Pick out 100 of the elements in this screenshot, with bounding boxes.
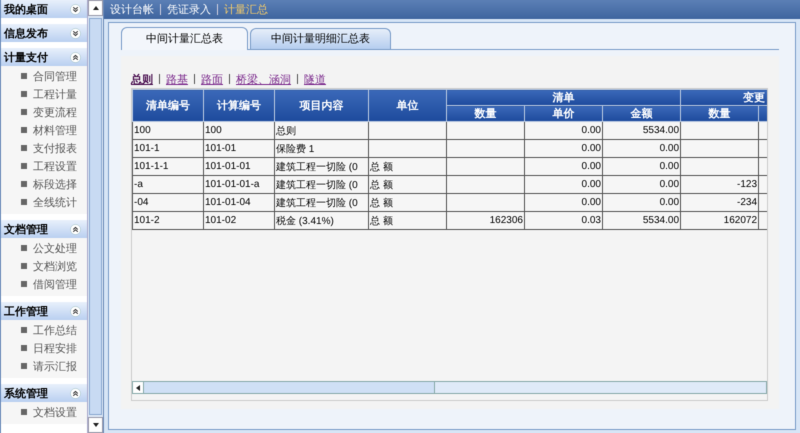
sidebar-item[interactable]: 文档浏览 xyxy=(33,258,77,274)
table-cell: 0.00 xyxy=(660,179,680,190)
sidebar-group-header[interactable]: 文档管理 xyxy=(1,220,88,238)
category-link[interactable]: 桥梁、涵洞 xyxy=(236,72,291,86)
category-link[interactable]: 隧道 xyxy=(304,72,326,86)
tab[interactable]: 中间计量汇总表 xyxy=(121,27,248,50)
category-link[interactable]: 总则 xyxy=(131,72,153,86)
sidebar-item[interactable]: 借阅管理 xyxy=(33,276,77,292)
vertical-scrollbar[interactable] xyxy=(87,0,103,433)
table-cell: -234 xyxy=(737,197,758,208)
table-cell: 5534.00 xyxy=(642,125,680,136)
column-header: 数量 xyxy=(680,106,759,122)
collapse-icon[interactable] xyxy=(70,306,82,316)
table-cell: 100 xyxy=(205,125,222,136)
group-title: 文档管理 xyxy=(4,222,48,236)
sidebar-group-header[interactable]: 计量支付 xyxy=(1,48,88,66)
table-cell: 5534.00 xyxy=(642,215,680,226)
table-cell: -123 xyxy=(737,179,758,190)
table-cell: 总 额 xyxy=(370,180,393,190)
table-cell: 0.00 xyxy=(660,143,680,154)
sidebar-item[interactable]: 变更流程 xyxy=(33,104,77,120)
table-cell: 建筑工程一切险 (0 xyxy=(276,198,358,208)
horizontal-scrollbar[interactable] xyxy=(132,381,767,394)
category-link[interactable]: 路面 xyxy=(201,72,223,86)
table-cell: 0.00 xyxy=(660,197,680,208)
table-cell: 0.03 xyxy=(582,215,601,226)
sidebar-item[interactable]: 公文处理 xyxy=(33,240,77,256)
table-cell: 101-01-01-a xyxy=(205,179,260,190)
sidebar-group-header[interactable]: 工作管理 xyxy=(1,302,88,320)
table-cell: 0.00 xyxy=(582,125,601,136)
bullet-icon xyxy=(21,91,27,97)
nav-link[interactable]: 设计台帐 xyxy=(110,2,154,17)
table-cell: 101-01-04 xyxy=(205,197,251,208)
table-cell: 0.00 xyxy=(582,143,601,154)
bullet-icon xyxy=(21,345,27,351)
table-cell: 总 额 xyxy=(370,216,393,226)
table-cell: 101-01-01 xyxy=(205,161,251,172)
table-cell: 总则 xyxy=(276,126,296,136)
table-cell: 162072 xyxy=(724,215,758,226)
column-header: 数量 xyxy=(446,106,524,122)
category-link[interactable]: 路基 xyxy=(166,72,188,86)
table-cell: 101-02 xyxy=(205,215,236,226)
bullet-icon xyxy=(21,363,27,369)
sidebar-item[interactable]: 工作总结 xyxy=(33,322,77,338)
sidebar-item[interactable]: 支付报表 xyxy=(33,140,77,156)
table-cell: -04 xyxy=(134,197,148,208)
table-cell: 建筑工程一切险 (0 xyxy=(276,180,358,190)
sidebar-item[interactable]: 工程设置 xyxy=(33,158,77,174)
bullet-icon xyxy=(21,263,27,269)
sidebar-item[interactable]: 工程计量 xyxy=(33,86,77,102)
sidebar-item[interactable]: 标段选择 xyxy=(33,176,77,192)
bullet-icon xyxy=(21,245,27,251)
table-cell: 总 额 xyxy=(370,198,393,208)
table-cell: 100 xyxy=(134,125,151,136)
bullet-icon xyxy=(21,127,27,133)
sidebar-group-header[interactable]: 我的桌面 xyxy=(1,0,88,18)
table-cell: 税金 (3.41%) xyxy=(276,216,334,226)
column-header: 单价 xyxy=(524,106,602,122)
group-title: 系统管理 xyxy=(4,386,48,400)
bullet-icon xyxy=(21,409,27,415)
collapse-icon[interactable] xyxy=(70,52,82,62)
table-cell: 0.00 xyxy=(582,179,601,190)
sidebar-item[interactable]: 材料管理 xyxy=(33,122,77,138)
collapse-icon[interactable] xyxy=(70,224,82,234)
collapse-icon[interactable] xyxy=(70,388,82,398)
sidebar-item[interactable]: 全线统计 xyxy=(33,194,77,210)
column-group-header: 变更 xyxy=(680,90,767,106)
column-group-header: 清单 xyxy=(446,90,681,106)
column-header: 单位 xyxy=(368,90,446,122)
table-cell: 101-1 xyxy=(134,143,160,154)
table-cell: 0.00 xyxy=(582,161,601,172)
bullet-icon xyxy=(21,73,27,79)
table-cell: 101-01 xyxy=(205,143,236,154)
group-title: 工作管理 xyxy=(4,304,48,318)
table-cell: 保险费 1 xyxy=(276,144,314,154)
table-cell: 总 额 xyxy=(370,162,393,172)
sidebar-group-header[interactable]: 系统管理 xyxy=(1,384,88,402)
bullet-icon xyxy=(21,199,27,205)
nav-link[interactable]: 凭证录入 xyxy=(167,2,211,17)
table-cell: 101-2 xyxy=(134,215,160,226)
table-cell: 0.00 xyxy=(582,197,601,208)
bullet-icon xyxy=(21,163,27,169)
bullet-icon xyxy=(21,327,27,333)
expand-icon[interactable] xyxy=(70,4,82,14)
tab[interactable]: 中间计量明细汇总表 xyxy=(250,28,391,49)
column-header: 金额 xyxy=(602,106,681,122)
sidebar-item[interactable]: 合同管理 xyxy=(33,68,77,84)
table-cell: -a xyxy=(134,179,143,190)
column-header: 项目内容 xyxy=(274,90,368,122)
sidebar-item[interactable]: 请示汇报 xyxy=(33,358,77,374)
column-header: 计算编号 xyxy=(204,90,274,122)
group-title: 信息发布 xyxy=(4,26,48,40)
bullet-icon xyxy=(21,281,27,287)
group-title: 计量支付 xyxy=(4,50,48,64)
expand-icon[interactable] xyxy=(70,28,82,38)
sidebar-item[interactable]: 日程安排 xyxy=(33,340,77,356)
group-title: 我的桌面 xyxy=(4,2,48,16)
bullet-icon xyxy=(21,109,27,115)
table-cell: 0.00 xyxy=(660,161,680,172)
sidebar-group-header[interactable]: 信息发布 xyxy=(1,24,88,42)
